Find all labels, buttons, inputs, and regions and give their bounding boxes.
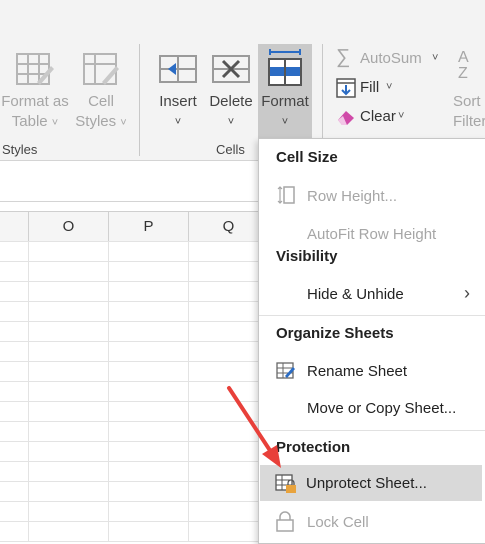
- sort-filter-button[interactable]: AZ Sort Filter: [450, 44, 485, 134]
- cell-styles-label-2: Styles: [75, 113, 117, 130]
- gridline: [188, 241, 189, 542]
- move-copy-sheet-label: Move or Copy Sheet...: [307, 400, 457, 417]
- autosum-button[interactable]: ∑ AutoSum ˅: [334, 46, 446, 70]
- menu-item-row-height[interactable]: Row Height...: [259, 181, 485, 211]
- styles-group-label: Styles: [2, 142, 38, 157]
- menu-item-lock-cell[interactable]: Lock Cell: [259, 506, 485, 538]
- menu-item-rename-sheet[interactable]: Rename Sheet: [259, 356, 485, 386]
- chevron-down-icon: ˅: [51, 117, 59, 129]
- chevron-down-icon: ˅: [227, 116, 235, 128]
- cell-styles-button[interactable]: Cell Styles ˅: [70, 44, 132, 134]
- chevron-down-icon: ˅: [432, 52, 439, 64]
- column-header[interactable]: [0, 212, 29, 241]
- column-header-o[interactable]: O: [29, 212, 109, 241]
- format-as-table-icon: [16, 53, 54, 85]
- column-header-q[interactable]: Q: [189, 212, 269, 241]
- chevron-down-icon: ˅: [174, 116, 182, 128]
- cells-group-label: Cells: [216, 142, 245, 157]
- format-cells-icon: [268, 49, 302, 86]
- chevron-right-icon: ›: [464, 283, 470, 303]
- gridline: [108, 241, 109, 542]
- sort-label: Sort: [453, 93, 481, 110]
- row-height-icon: [277, 186, 295, 204]
- organize-sheets-header: Organize Sheets: [276, 325, 394, 342]
- insert-label: Insert: [159, 93, 197, 110]
- menu-item-move-copy-sheet[interactable]: Move or Copy Sheet...: [259, 393, 485, 423]
- format-label: Format: [261, 93, 309, 110]
- protection-header: Protection: [276, 439, 351, 456]
- ribbon: Format as Table ˅ Cell Styles ˅ Styles I…: [0, 0, 485, 161]
- column-header-p[interactable]: P: [109, 212, 189, 241]
- delete-cells-icon: [212, 55, 250, 83]
- unprotect-sheet-icon: [275, 474, 296, 493]
- fill-label: Fill: [360, 79, 380, 96]
- cell-size-header: Cell Size: [276, 149, 338, 166]
- group-separator: [139, 44, 140, 156]
- delete-label: Delete: [209, 93, 253, 110]
- chevron-down-icon: ˅: [120, 117, 127, 129]
- hide-unhide-label: Hide & Unhide: [307, 286, 404, 303]
- chevron-down-icon: ˅: [386, 81, 393, 93]
- format-as-table-button[interactable]: Format as Table ˅: [0, 44, 70, 134]
- menu-separator: [259, 430, 485, 431]
- menu-item-unprotect-sheet[interactable]: Unprotect Sheet...: [260, 465, 482, 501]
- gridline: [28, 241, 29, 542]
- cell-styles-icon: [83, 53, 119, 85]
- menu-item-hide-unhide[interactable]: Hide & Unhide ›: [259, 279, 485, 309]
- autosum-label: AutoSum: [360, 50, 422, 67]
- chevron-down-icon: ˅: [281, 116, 289, 128]
- sort-az-icon: AZ: [458, 49, 469, 82]
- fill-button[interactable]: Fill ˅: [334, 77, 404, 99]
- rename-sheet-icon: [276, 362, 295, 379]
- clear-button[interactable]: Clear ˅: [334, 106, 414, 128]
- autofit-row-height-label: AutoFit Row Height: [307, 226, 437, 243]
- sigma-icon: ∑: [336, 46, 351, 68]
- lock-icon: [276, 511, 294, 532]
- cell-styles-label-1: Cell: [88, 93, 114, 110]
- unprotect-sheet-label: Unprotect Sheet...: [306, 475, 427, 492]
- menu-item-autofit-row-height[interactable]: AutoFit Row Height: [259, 219, 485, 249]
- menu-separator: [259, 315, 485, 316]
- rename-sheet-label: Rename Sheet: [307, 363, 408, 380]
- chevron-down-icon: ˅: [398, 110, 405, 122]
- delete-button[interactable]: Delete ˅: [205, 44, 257, 134]
- eraser-icon: [338, 111, 354, 125]
- insert-button[interactable]: Insert ˅: [152, 44, 204, 134]
- lock-cell-label: Lock Cell: [307, 514, 369, 531]
- format-as-table-label-2: Table: [11, 113, 48, 130]
- format-as-table-label-1: Format as: [1, 93, 69, 110]
- clear-label: Clear: [360, 108, 396, 125]
- visibility-header: Visibility: [276, 248, 338, 265]
- insert-cells-icon: [159, 55, 197, 83]
- row-height-label: Row Height...: [307, 188, 398, 205]
- fill-down-icon: [336, 78, 356, 98]
- filter-label: Filter: [453, 113, 485, 130]
